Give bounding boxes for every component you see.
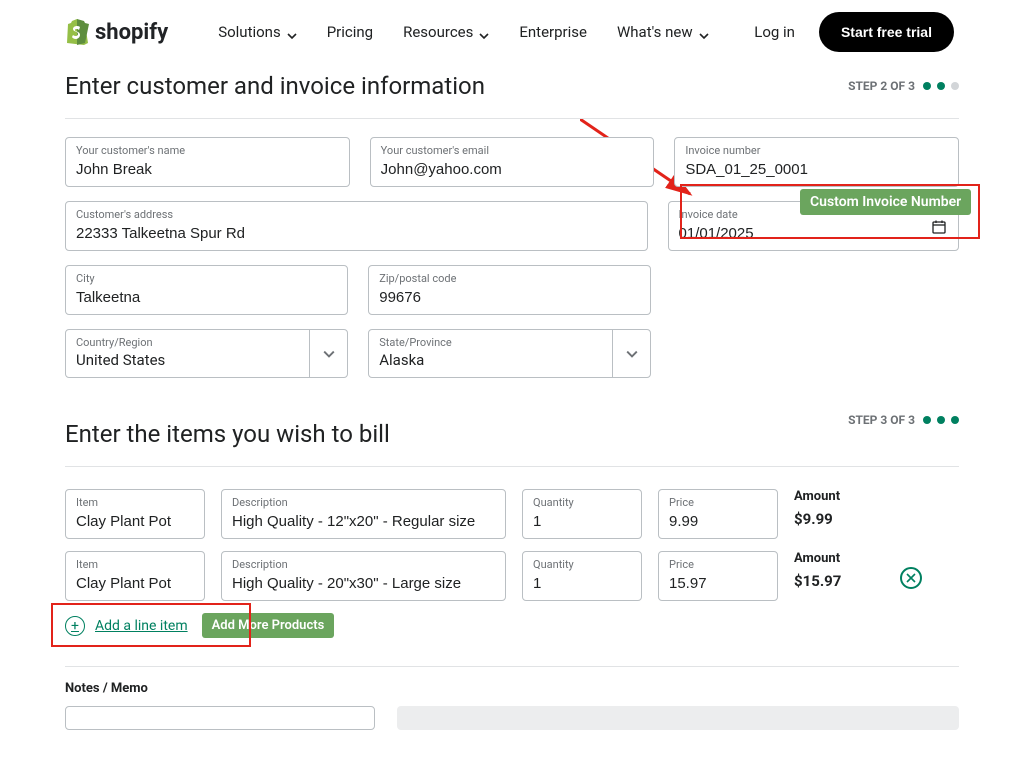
nav-resources[interactable]: Resources (403, 23, 489, 41)
plus-icon: + (65, 616, 85, 636)
memo-field[interactable] (397, 706, 959, 730)
item-price-field[interactable]: Price (658, 551, 778, 601)
chevron-down-icon (479, 27, 489, 37)
nav-enterprise[interactable]: Enterprise (519, 23, 587, 41)
customer-name-input[interactable] (76, 161, 339, 178)
top-nav-bar: shopify Solutions Pricing Resources Ente… (10, 0, 1014, 64)
line-item-row: Item Description Quantity Price Amount $… (65, 489, 959, 539)
shopify-logo[interactable]: shopify (65, 19, 168, 45)
step-dot (937, 416, 945, 424)
chevron-down-icon[interactable] (309, 330, 347, 377)
notes-input[interactable] (65, 706, 375, 730)
callout-custom-invoice: Custom Invoice Number (800, 189, 971, 215)
item-name-field[interactable]: Item (65, 489, 205, 539)
shopify-bag-icon (65, 19, 89, 45)
customer-email-field[interactable]: Your customer's email (370, 137, 655, 187)
add-line-area: + Add a line item Add More Products (65, 613, 959, 638)
item-qty-field[interactable]: Quantity (522, 551, 642, 601)
country-select[interactable]: Country/Region United States (65, 329, 348, 378)
step-dot (951, 416, 959, 424)
divider (65, 666, 959, 667)
item-name-field[interactable]: Item (65, 551, 205, 601)
step-dot (937, 82, 945, 90)
line-item-row: Item Description Quantity Price Amount $… (65, 551, 959, 601)
item-price-field[interactable]: Price (658, 489, 778, 539)
nav-solutions[interactable]: Solutions (218, 23, 297, 41)
nav-whatsnew[interactable]: What's new (617, 23, 709, 41)
customer-name-field[interactable]: Your customer's name (65, 137, 350, 187)
section-title-items: Enter the items you wish to bill (65, 420, 390, 448)
add-line-item-button[interactable]: + Add a line item (65, 616, 188, 636)
calendar-icon[interactable] (932, 219, 946, 233)
invoice-number-field[interactable]: Invoice number (674, 137, 959, 187)
state-select[interactable]: State/Province Alaska (368, 329, 651, 378)
item-qty-field[interactable]: Quantity (522, 489, 642, 539)
zip-field[interactable]: Zip/postal code (368, 265, 651, 315)
item-desc-field[interactable]: Description (221, 551, 506, 601)
invoice-date-input[interactable] (679, 225, 948, 242)
chevron-down-icon (699, 27, 709, 37)
notes-label: Notes / Memo (65, 681, 959, 696)
step-indicator-3: STEP 3 OF 3 (848, 413, 959, 427)
remove-line-button[interactable] (900, 567, 922, 589)
customer-address-field[interactable]: Customer's address (65, 201, 648, 251)
nav-pricing[interactable]: Pricing (327, 23, 373, 41)
start-free-trial-button[interactable]: Start free trial (819, 12, 954, 52)
zip-input[interactable] (379, 289, 640, 306)
step-indicator-2: STEP 2 OF 3 (848, 79, 959, 93)
customer-email-input[interactable] (381, 161, 644, 178)
invoice-number-input[interactable] (685, 161, 948, 178)
item-amount: Amount $9.99 (794, 489, 884, 528)
step-dot (951, 82, 959, 90)
customer-address-input[interactable] (76, 225, 637, 242)
callout-add-more: Add More Products (202, 613, 335, 638)
chevron-down-icon[interactable] (612, 330, 650, 377)
item-amount: Amount $15.97 (794, 551, 884, 590)
chevron-down-icon (287, 27, 297, 37)
item-desc-field[interactable]: Description (221, 489, 506, 539)
step-dot (923, 416, 931, 424)
section-title-customer: Enter customer and invoice information (65, 72, 485, 100)
login-link[interactable]: Log in (754, 23, 795, 41)
city-input[interactable] (76, 289, 337, 306)
close-icon (906, 573, 916, 583)
city-field[interactable]: City (65, 265, 348, 315)
step-dot (923, 82, 931, 90)
brand-name: shopify (95, 20, 168, 45)
main-nav: Solutions Pricing Resources Enterprise W… (218, 23, 708, 41)
